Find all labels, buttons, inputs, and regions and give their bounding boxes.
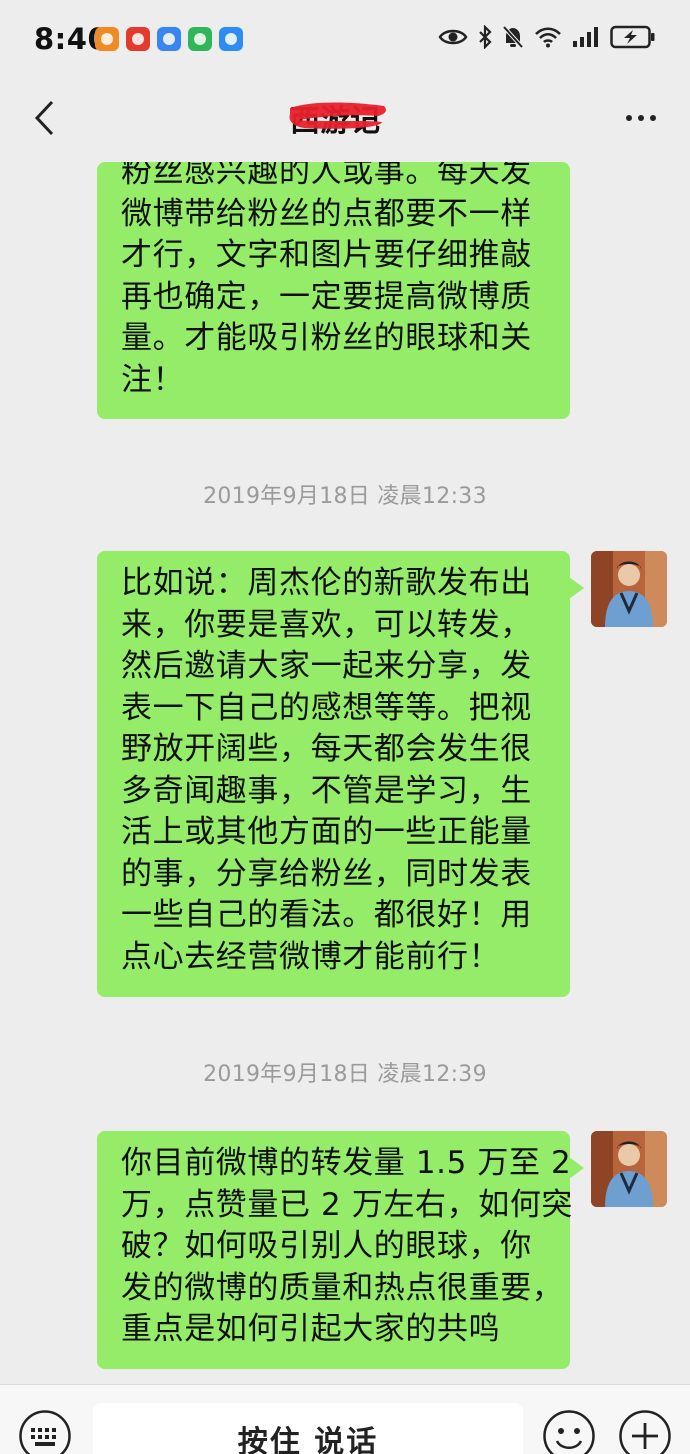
message-line: 野放开阔些，每天都会发生很	[121, 731, 532, 767]
status-bar: 8:40	[0, 0, 690, 82]
user-avatar[interactable]	[591, 551, 667, 627]
message-line: 活上或其他方面的一些正能量	[121, 814, 532, 850]
eye-icon	[438, 29, 468, 45]
title-redaction-mark	[289, 102, 386, 129]
plus-icon	[619, 1410, 671, 1454]
bank-app-icon	[126, 27, 150, 51]
message-list[interactable]: 粉丝感兴趣的人或事。每天发 微博带给粉丝的点都要不一样 才行，文字和图片要仔细推…	[0, 162, 690, 1384]
message-line: 比如说：周杰伦的新歌发布出	[121, 565, 532, 601]
message-bubble-sent[interactable]: 粉丝感兴趣的人或事。每天发 微博带给粉丝的点都要不一样 才行，文字和图片要仔细推…	[97, 162, 570, 419]
back-button[interactable]	[22, 96, 66, 140]
more-functions-button[interactable]	[618, 1409, 672, 1454]
message-line: 万，点赞量已 2 万左右，如何突	[121, 1186, 574, 1223]
message-line: 注！	[121, 361, 185, 398]
message-line: 一些自己的看法。都很好！用	[121, 897, 532, 933]
bluetooth-icon	[479, 25, 492, 49]
message-line: 点心去经营微博才能前行！	[121, 938, 501, 975]
message-line: 的事，分享给粉丝，同时发表	[121, 855, 532, 892]
message-bubble-sent[interactable]: 你目前微博的转发量 1.5 万至 2 万，点赞量已 2 万左右，如何突 破？如何…	[97, 1131, 584, 1369]
keyboard-icon	[19, 1410, 71, 1454]
mute-icon	[502, 25, 524, 49]
message-line: 然后邀请大家一起来分享，发	[121, 648, 532, 684]
message-line: 来，你要是喜欢，可以转发，	[121, 606, 532, 643]
message-line: 才行，文字和图片要仔细推敲	[121, 237, 532, 273]
message-line: 破？如何吸引别人的眼球，你	[121, 1228, 532, 1264]
message-app-icon	[157, 27, 181, 51]
message-timestamp: 2019年9月18日 凌晨12:33	[203, 484, 487, 509]
wifi-icon	[535, 27, 561, 48]
message-line: 粉丝感兴趣的人或事。每天发	[121, 162, 532, 190]
message-line: 量。才能吸引粉丝的眼球和关	[121, 320, 532, 356]
message-line: 多奇闻趣事，不管是学习，生	[121, 772, 532, 809]
battery-charging-icon	[610, 25, 655, 49]
message-line: 微博带给粉丝的点都要不一样	[121, 195, 532, 232]
user-avatar[interactable]	[591, 1131, 667, 1207]
system-icons	[438, 25, 656, 49]
chat-screen: 8:40 西游记 粉丝感兴趣的人或事。每天发 微博带给粉丝的点都要不一样 才行，…	[0, 0, 690, 1454]
message-line: 再也确定，一定要提高微博质	[121, 278, 532, 315]
hold-to-talk-button[interactable]: 按住 说话	[93, 1403, 523, 1454]
message-line: 表一下自己的感想等等。把视	[121, 689, 532, 726]
keyboard-toggle-button[interactable]	[18, 1409, 72, 1454]
message-bubble-sent[interactable]: 比如说：周杰伦的新歌发布出 来，你要是喜欢，可以转发， 然后邀请大家一起来分享，…	[97, 551, 584, 997]
green-app-icon	[188, 27, 212, 51]
chevron-left-icon	[34, 100, 54, 136]
message-line: 发的微博的质量和热点很重要，	[121, 1269, 564, 1306]
emoji-button[interactable]	[542, 1409, 596, 1454]
avatar-photo-icon	[591, 1131, 667, 1207]
cloud-app-icon	[219, 27, 243, 51]
message-timestamp: 2019年9月18日 凌晨12:39	[203, 1062, 487, 1087]
chat-nav-bar: 西游记	[0, 82, 690, 162]
avatar-photo-icon	[591, 551, 667, 627]
emoji-icon	[543, 1410, 595, 1454]
signal-icon	[573, 27, 598, 47]
more-dots-icon	[626, 115, 632, 121]
message-line: 你目前微博的转发量 1.5 万至 2	[121, 1145, 572, 1181]
lion-app-icon	[95, 27, 119, 51]
notification-icons	[95, 27, 243, 51]
more-options-button[interactable]	[616, 96, 666, 140]
message-line: 重点是如何引起大家的共鸣	[121, 1311, 501, 1347]
chat-input-bar: 按住 说话	[0, 1384, 690, 1454]
